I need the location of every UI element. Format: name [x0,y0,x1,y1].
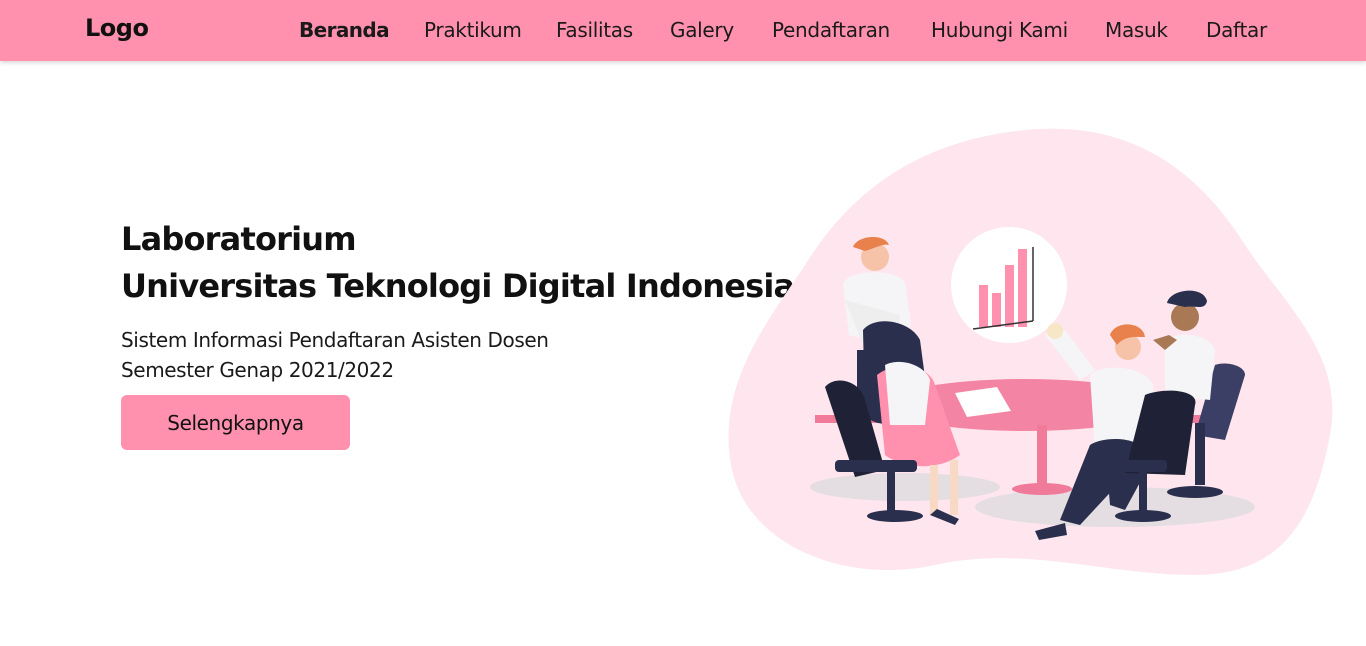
hero-subtitle: Sistem Informasi Pendaftaran Asisten Dos… [121,325,549,385]
nav-item-daftar[interactable]: Daftar [1206,18,1267,42]
logo[interactable]: Logo [85,14,149,42]
nav-item-galery[interactable]: Galery [670,18,734,42]
hero-title-line2: Universitas Teknologi Digital Indonesia [121,267,795,305]
nav-item-beranda[interactable]: Beranda [299,18,390,42]
hero-subtitle-line2: Semester Genap 2021/2022 [121,358,394,382]
nav-item-praktikum[interactable]: Praktikum [424,18,522,42]
nav-item-masuk[interactable]: Masuk [1105,18,1168,42]
hero-subtitle-line1: Sistem Informasi Pendaftaran Asisten Dos… [121,328,549,352]
navbar: Logo Beranda Praktikum Fasilitas Galery … [0,0,1366,61]
team-meeting-illustration [728,128,1333,575]
nav-item-fasilitas[interactable]: Fasilitas [556,18,633,42]
nav-item-hubungi-kami[interactable]: Hubungi Kami [931,18,1068,42]
nav-item-pendaftaran[interactable]: Pendaftaran [772,18,890,42]
hero-title: Laboratorium Universitas Teknologi Digit… [121,216,795,310]
selengkapnya-button[interactable]: Selengkapnya [121,395,350,450]
hero-title-line1: Laboratorium [121,220,357,258]
